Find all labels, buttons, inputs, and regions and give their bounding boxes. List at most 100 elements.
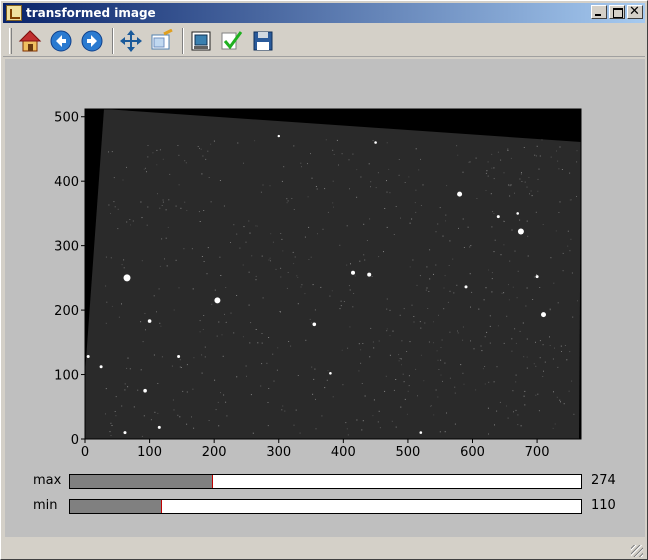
noise-pixel (512, 390, 514, 392)
noise-pixel (538, 168, 540, 170)
noise-pixel (506, 315, 508, 317)
noise-pixel (304, 293, 306, 295)
noise-pixel (532, 299, 534, 300)
forward-button[interactable] (78, 27, 106, 55)
noise-pixel (282, 405, 284, 407)
noise-pixel (422, 184, 424, 186)
noise-pixel (124, 383, 126, 385)
noise-pixel (500, 159, 502, 161)
noise-pixel (114, 206, 116, 208)
noise-pixel (515, 342, 517, 344)
noise-pixel (426, 287, 428, 289)
noise-pixel (186, 210, 188, 211)
noise-pixel (515, 409, 517, 411)
noise-pixel (156, 311, 157, 313)
noise-pixel (475, 157, 477, 159)
configure-subplots-button[interactable] (187, 27, 215, 55)
noise-pixel (350, 263, 351, 265)
pan-button[interactable] (117, 27, 145, 55)
noise-pixel (389, 192, 391, 194)
noise-pixel (527, 255, 529, 257)
noise-pixel (433, 342, 434, 344)
y-tick-label: 0 (71, 433, 79, 448)
noise-pixel (292, 251, 294, 253)
noise-pixel (478, 308, 480, 310)
noise-pixel (481, 350, 483, 352)
noise-pixel (383, 251, 384, 253)
toolbar-grip[interactable] (9, 27, 12, 54)
noise-pixel (419, 321, 421, 323)
noise-pixel (493, 178, 495, 180)
title-bar[interactable]: transformed image ✕ (3, 3, 645, 23)
noise-pixel (175, 205, 177, 207)
noise-pixel (489, 342, 491, 344)
noise-pixel (449, 240, 451, 242)
noise-pixel (197, 146, 199, 147)
noise-pixel (121, 303, 122, 305)
star (517, 228, 524, 235)
max-slider[interactable] (69, 474, 582, 489)
noise-pixel (488, 269, 490, 271)
noise-pixel (202, 155, 204, 157)
maximize-button[interactable] (609, 5, 625, 19)
noise-pixel (542, 376, 544, 377)
noise-pixel (539, 357, 541, 359)
noise-pixel (340, 300, 342, 302)
min-slider[interactable] (69, 499, 582, 514)
noise-pixel (494, 239, 496, 241)
home-button[interactable] (16, 27, 44, 55)
noise-pixel (457, 154, 459, 156)
noise-pixel (252, 432, 254, 434)
min-slider-label: min (33, 498, 58, 513)
noise-pixel (360, 362, 362, 364)
noise-pixel (510, 184, 512, 186)
noise-pixel (553, 282, 555, 284)
noise-pixel (496, 410, 498, 412)
noise-pixel (438, 314, 439, 316)
noise-pixel (270, 233, 272, 235)
resize-grip[interactable] (631, 545, 643, 557)
noise-pixel (290, 345, 292, 347)
zoom-button[interactable] (148, 27, 176, 55)
plot-canvas[interactable]: 0 100 200 300 400 500 600 700 0 100 200 300 400 500 … (5, 59, 645, 537)
noise-pixel (441, 339, 443, 341)
noise-pixel (563, 403, 565, 405)
noise-pixel (156, 149, 158, 151)
noise-pixel (485, 172, 487, 174)
noise-pixel (248, 304, 250, 306)
noise-pixel (147, 145, 149, 146)
noise-pixel (468, 161, 470, 163)
noise-pixel (531, 195, 533, 197)
noise-pixel (332, 149, 334, 151)
noise-pixel (489, 325, 491, 327)
noise-pixel (514, 328, 516, 330)
max-slider-fill[interactable] (70, 475, 214, 488)
noise-pixel (320, 286, 322, 288)
apply-button[interactable] (218, 27, 246, 55)
noise-pixel (568, 390, 570, 392)
noise-pixel (497, 151, 499, 153)
noise-pixel (470, 245, 472, 247)
noise-pixel (404, 398, 406, 400)
noise-pixel (372, 140, 374, 141)
noise-pixel (172, 399, 174, 401)
minimize-button[interactable] (591, 5, 607, 19)
noise-pixel (415, 148, 417, 150)
noise-pixel (297, 303, 299, 305)
noise-pixel (333, 206, 334, 208)
close-button[interactable]: ✕ (627, 4, 643, 19)
noise-pixel (386, 298, 388, 300)
star (367, 272, 372, 277)
min-slider-fill[interactable] (70, 500, 162, 513)
noise-pixel (361, 383, 363, 384)
noise-pixel (556, 150, 557, 152)
save-button[interactable] (249, 27, 277, 55)
back-button[interactable] (47, 27, 75, 55)
close-icon: ✕ (629, 4, 640, 19)
noise-pixel (448, 265, 450, 266)
noise-pixel (460, 364, 462, 366)
noise-pixel (503, 292, 505, 294)
star (516, 212, 519, 215)
noise-pixel (401, 364, 402, 366)
star (541, 312, 546, 318)
